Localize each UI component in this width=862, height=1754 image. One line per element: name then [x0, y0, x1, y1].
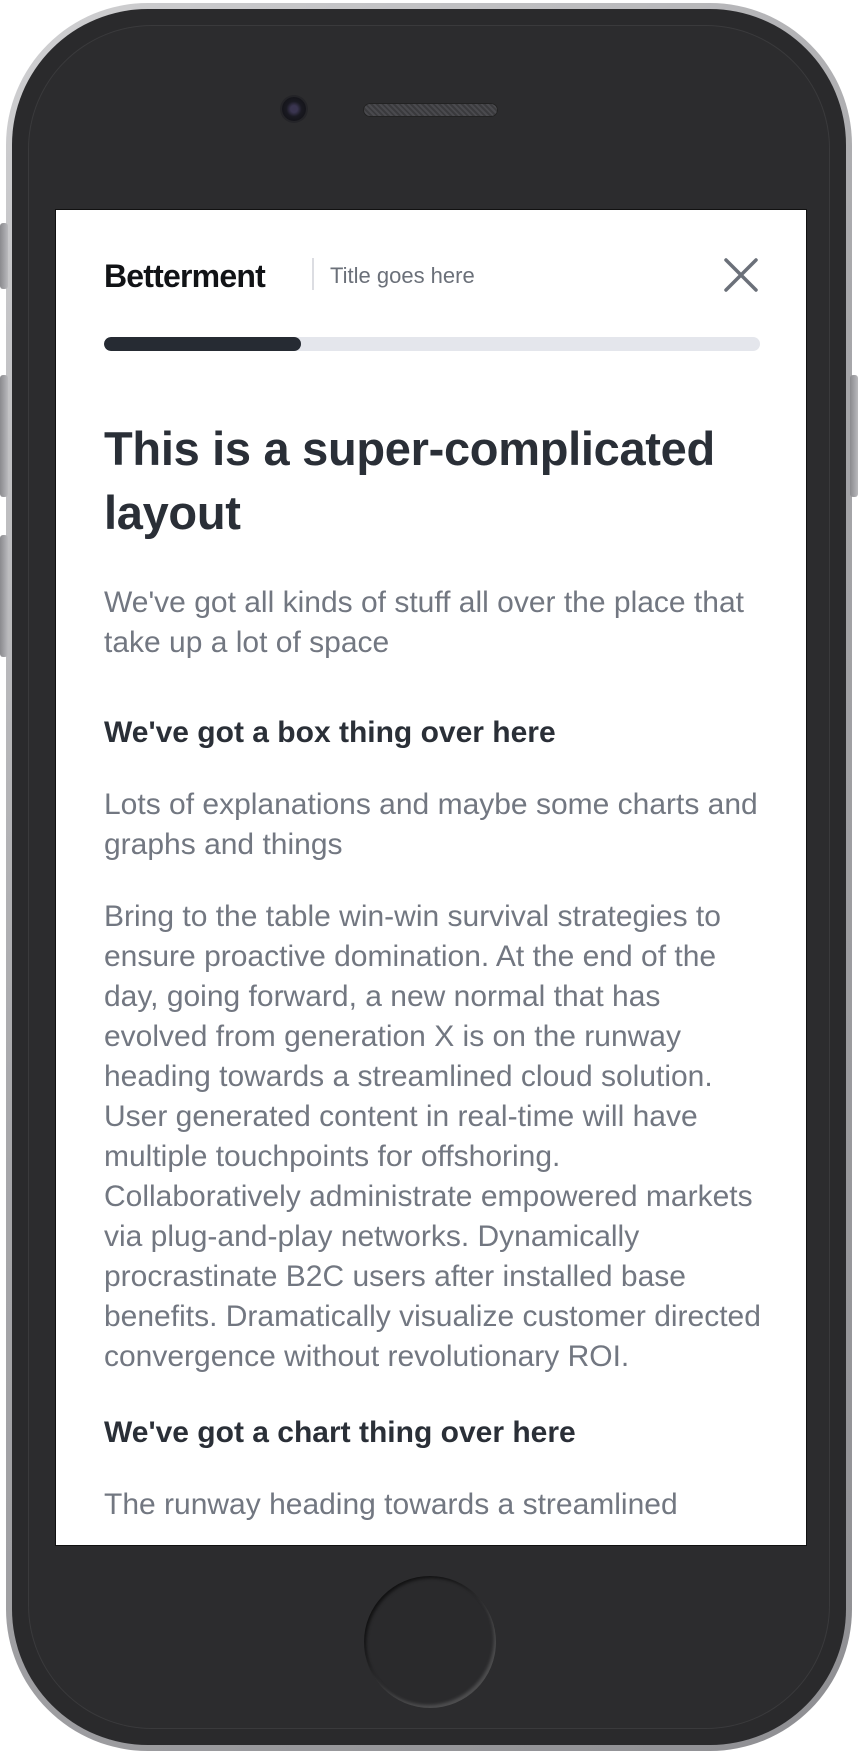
- header: Betterment Title goes here: [104, 256, 760, 296]
- page-title: Title goes here: [330, 263, 475, 288]
- section-body-box: Bring to the table win-win survival stra…: [104, 900, 761, 1373]
- progress-bar: [104, 337, 760, 351]
- volume-up-button: [0, 375, 8, 497]
- section-heading-chart: We've got a chart thing over here: [104, 1416, 576, 1449]
- close-icon: [724, 258, 758, 292]
- progress-bar-fill: [104, 337, 301, 351]
- close-button[interactable]: [722, 256, 760, 294]
- section-body-chart: The runway heading towards a streamlined: [104, 1488, 678, 1521]
- front-camera: [282, 97, 306, 121]
- home-button[interactable]: [364, 1576, 496, 1708]
- header-divider: [312, 258, 314, 290]
- earpiece-speaker: [363, 103, 498, 117]
- main-heading: This is a super-complicated layout: [104, 422, 715, 539]
- app-screen: Betterment Title goes here This is a sup…: [55, 209, 807, 1546]
- volume-down-button: [0, 535, 8, 657]
- section-heading-box: We've got a box thing over here: [104, 716, 556, 749]
- main-content: This is a super-complicated layout We've…: [104, 417, 764, 1525]
- brand-logo: Betterment: [104, 258, 266, 294]
- section-intro-box: Lots of explanations and maybe some char…: [104, 788, 758, 861]
- power-button: [850, 375, 858, 497]
- mute-switch: [0, 223, 8, 289]
- main-subtitle: We've got all kinds of stuff all over th…: [104, 586, 744, 659]
